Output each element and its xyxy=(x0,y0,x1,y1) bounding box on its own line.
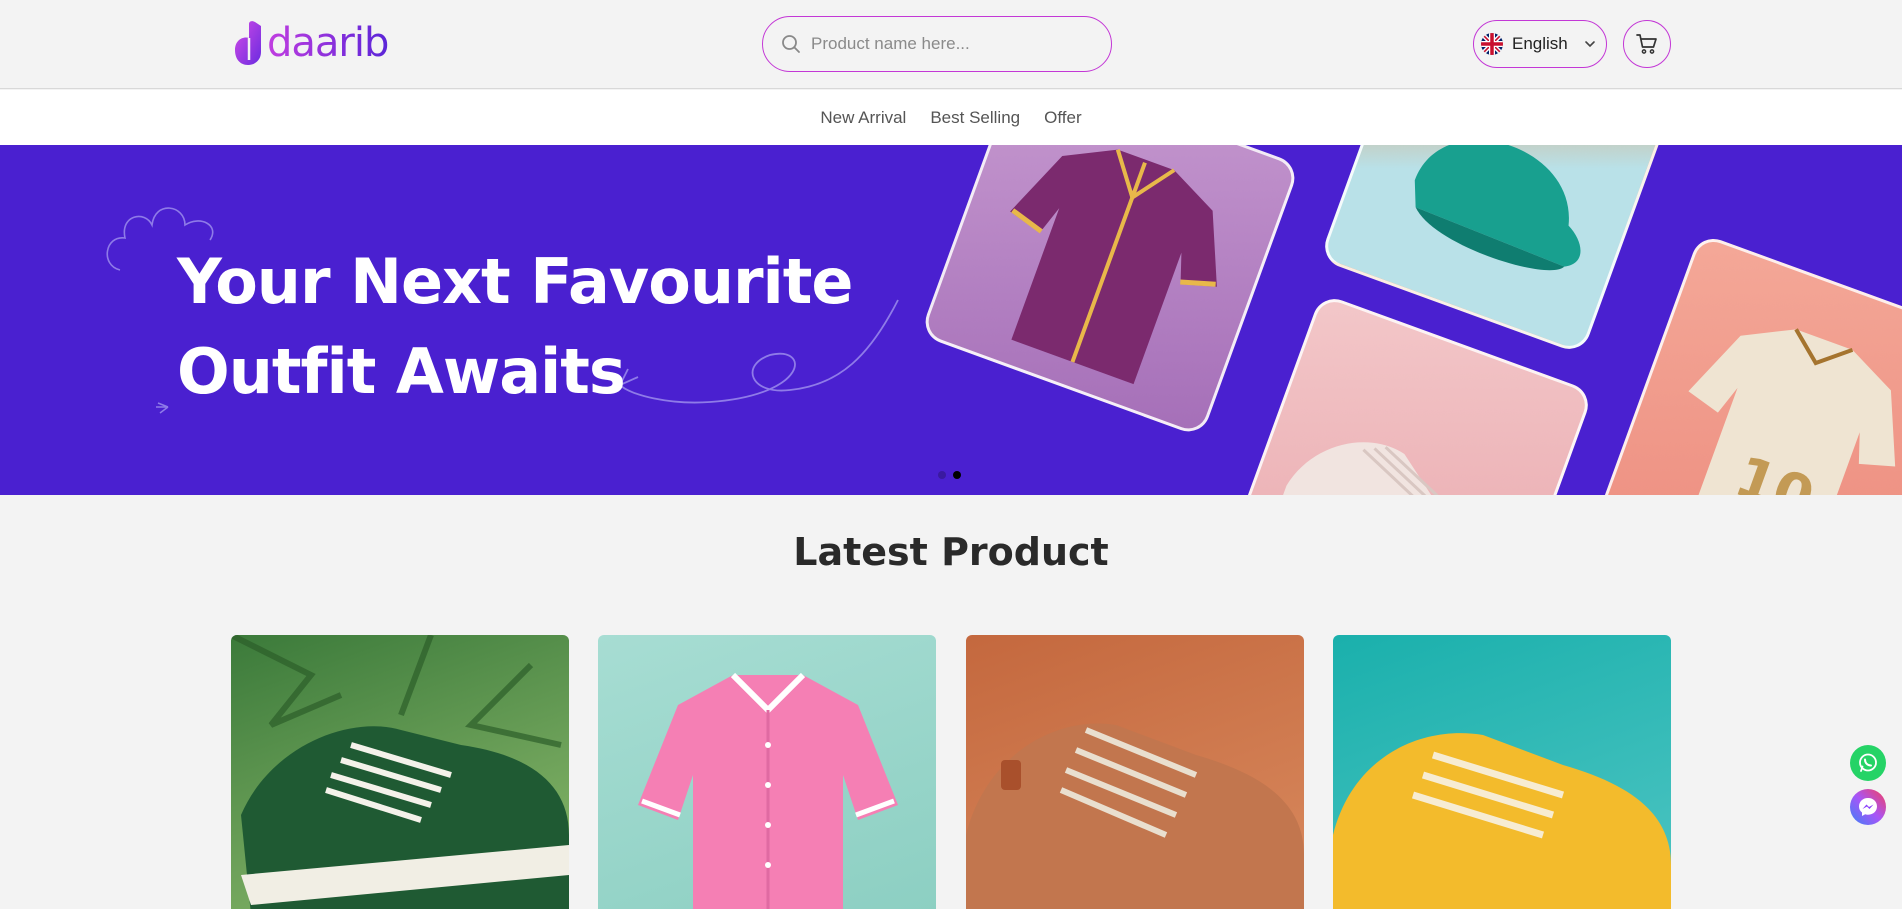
banner-image-purple-jersey xyxy=(919,145,1301,438)
product-card-yellow-sneakers[interactable] xyxy=(1333,635,1671,909)
cart-icon xyxy=(1636,34,1657,54)
messenger-button[interactable] xyxy=(1850,789,1886,825)
product-card-pink-shirt[interactable] xyxy=(598,635,936,909)
nav-offer[interactable]: Offer xyxy=(1044,108,1081,128)
messenger-icon xyxy=(1859,798,1877,816)
slider-dot-1[interactable] xyxy=(938,471,946,479)
whatsapp-icon xyxy=(1859,753,1877,772)
section-title-latest-product: Latest Product xyxy=(793,530,1109,574)
nav-new-arrival[interactable]: New Arrival xyxy=(820,108,906,128)
language-label: English xyxy=(1512,34,1568,53)
language-selector[interactable]: English xyxy=(1473,20,1607,68)
logo-mark-icon xyxy=(235,21,261,65)
cart-button[interactable] xyxy=(1623,20,1671,68)
banner-image-cream-jersey: 10 xyxy=(1597,232,1902,495)
hero-banner[interactable]: Your Next Favourite Outfit Awaits 10 xyxy=(0,145,1902,495)
brand-logo[interactable]: daarib xyxy=(231,18,389,68)
slider-dots xyxy=(938,471,961,479)
product-image xyxy=(1333,733,1671,909)
search-bar[interactable] xyxy=(762,16,1112,72)
main-nav: New Arrival Best Selling Offer xyxy=(0,90,1902,145)
site-header: daarib English xyxy=(0,0,1902,89)
product-card-orange-sneakers[interactable] xyxy=(966,635,1304,909)
product-card-green-sneakers[interactable] xyxy=(231,635,569,909)
search-icon xyxy=(782,35,800,53)
product-image xyxy=(638,672,898,909)
brand-name: daarib xyxy=(267,20,389,66)
product-image xyxy=(966,723,1304,909)
hero-headline: Your Next Favourite Outfit Awaits xyxy=(177,237,853,417)
whatsapp-button[interactable] xyxy=(1850,745,1886,781)
hero-headline-line1: Your Next Favourite xyxy=(177,245,853,318)
product-image xyxy=(231,635,569,909)
chevron-down-icon xyxy=(1584,41,1595,48)
search-input[interactable] xyxy=(811,34,1081,54)
hero-headline-line2: Outfit Awaits xyxy=(177,335,626,408)
nav-best-selling[interactable]: Best Selling xyxy=(930,108,1020,128)
uk-flag-icon xyxy=(1481,33,1503,55)
slider-dot-2[interactable] xyxy=(953,471,961,479)
